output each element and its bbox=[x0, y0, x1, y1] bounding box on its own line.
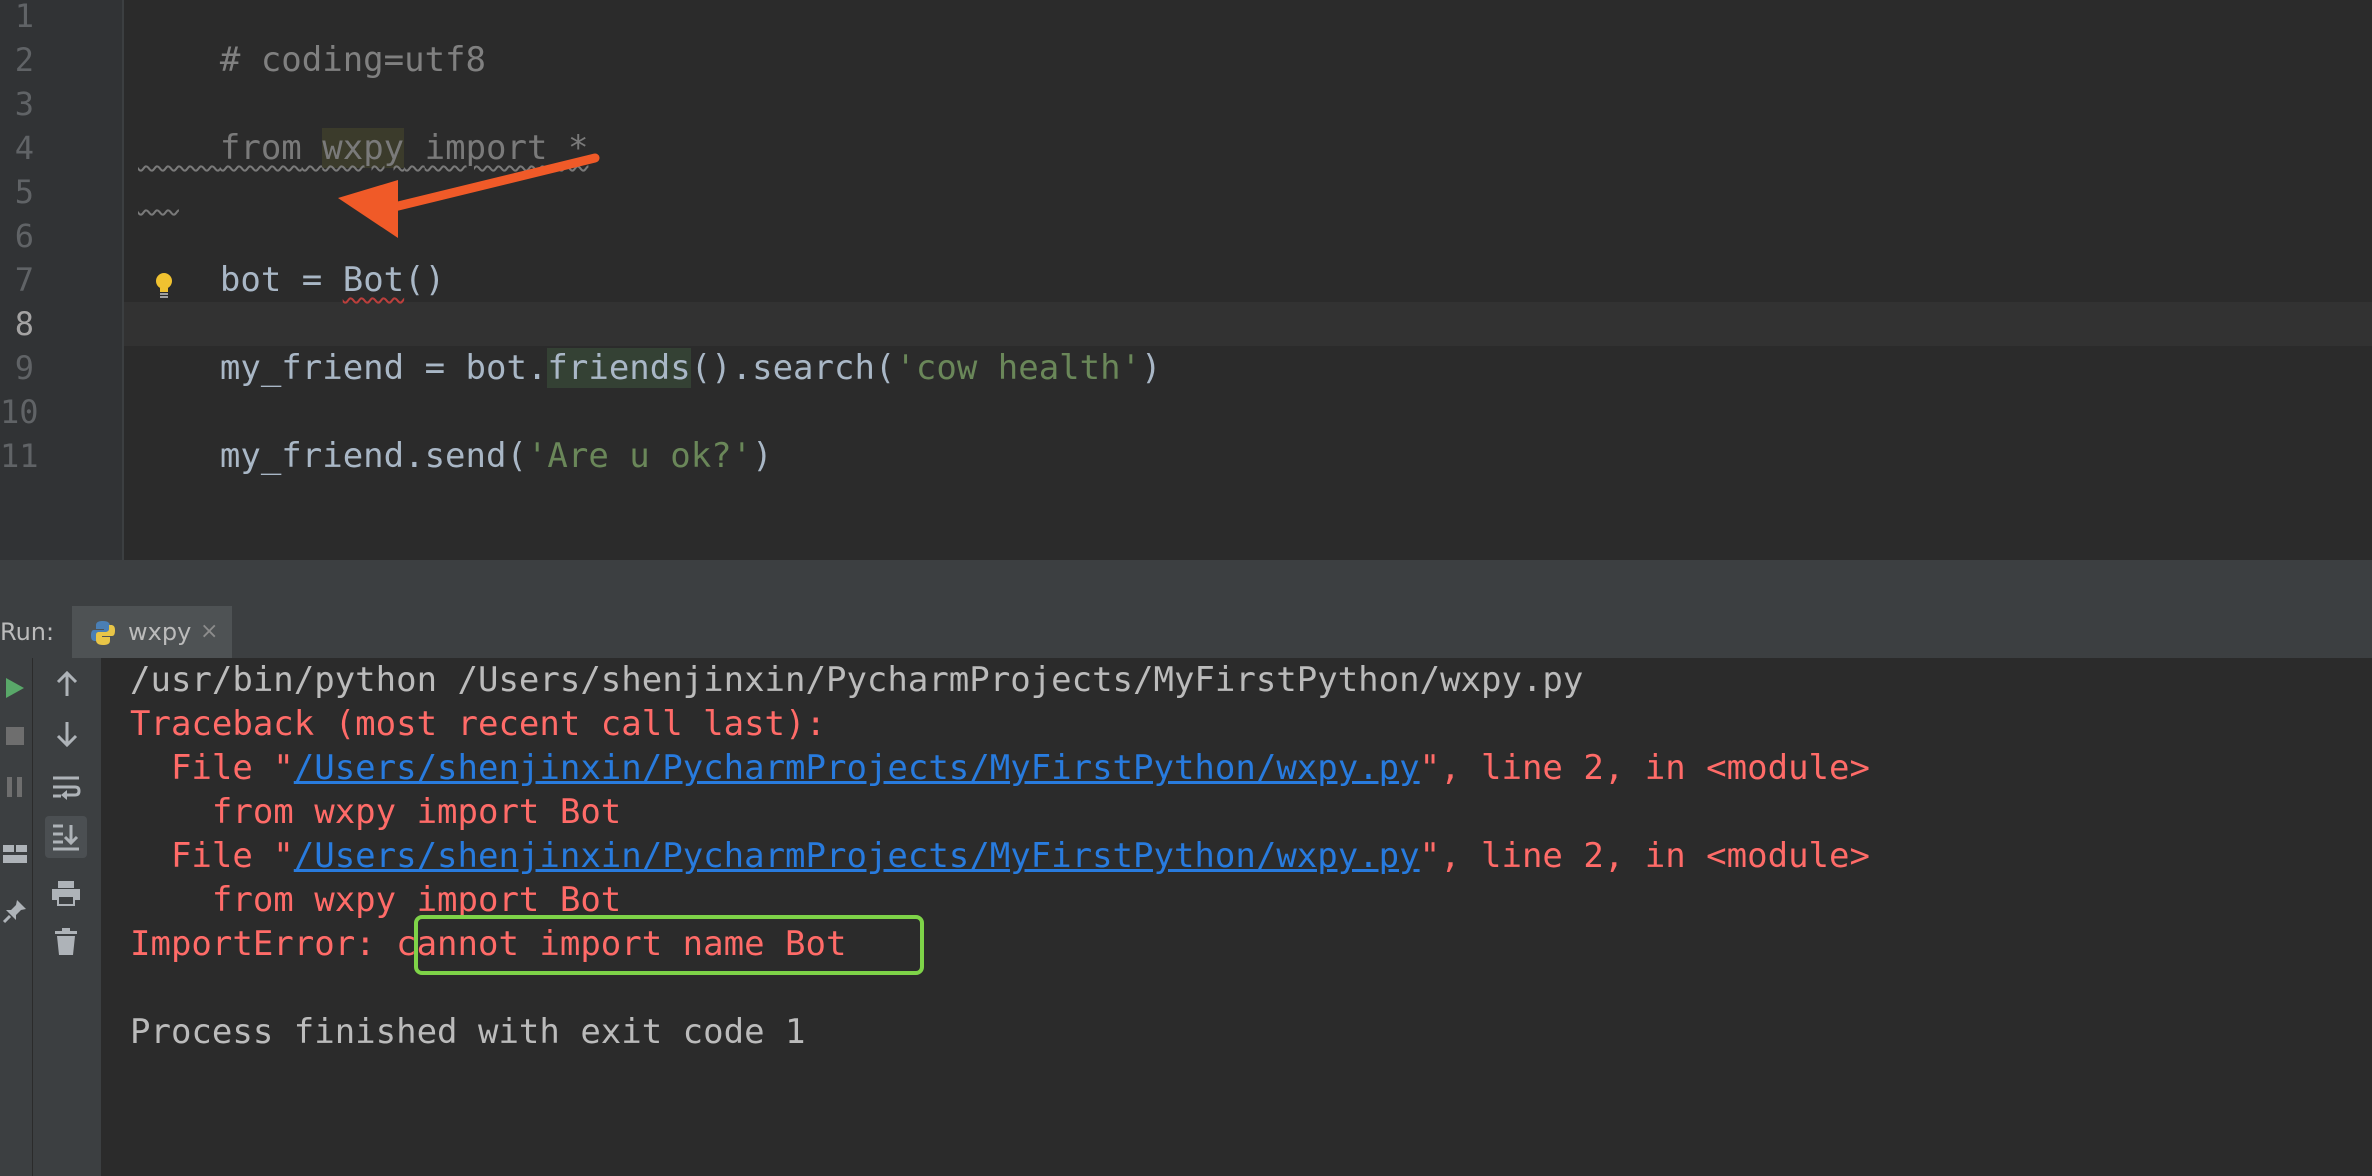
run-toolbar-left bbox=[0, 658, 33, 1176]
panel-splitter[interactable] bbox=[0, 560, 2372, 606]
console-text: ", line 2, in <module> bbox=[1419, 836, 1870, 876]
console-text: ", line 2, in <module> bbox=[1419, 748, 1870, 788]
file-link[interactable]: /Users/shenjinxin/PycharmProjects/MyFirs… bbox=[294, 748, 1420, 788]
method-name[interactable]: friends bbox=[547, 348, 691, 388]
line-number: 2 bbox=[14, 41, 34, 79]
console-text: File " bbox=[130, 748, 294, 788]
scroll-to-end-toggle[interactable] bbox=[45, 816, 87, 858]
run-tab-wxpy[interactable]: wxpy × bbox=[72, 606, 232, 658]
code-text: ().search( bbox=[690, 348, 896, 388]
soft-wrap-icon[interactable] bbox=[51, 774, 81, 800]
line-number-gutter[interactable]: 1 2 3 4 5 6 7 8 9 10 11 bbox=[0, 0, 124, 560]
code-text: my_friend = bot. bbox=[219, 348, 548, 388]
run-label: Run: bbox=[0, 618, 55, 646]
line-number: 3 bbox=[14, 85, 34, 123]
line-number: 6 bbox=[14, 217, 34, 255]
console-file-line: File "/Users/shenjinxin/PycharmProjects/… bbox=[130, 834, 1870, 878]
code-text: ) bbox=[1141, 348, 1162, 388]
line-number: 4 bbox=[14, 129, 34, 167]
console-traceback: Traceback (most recent call last): bbox=[130, 704, 826, 744]
layout-icon[interactable] bbox=[2, 844, 28, 864]
line-number: 10 bbox=[0, 393, 39, 431]
console-file-line: File "/Users/shenjinxin/PycharmProjects/… bbox=[130, 746, 1870, 790]
print-icon[interactable] bbox=[51, 880, 81, 906]
trash-icon[interactable] bbox=[54, 928, 78, 956]
line-number: 11 bbox=[0, 437, 39, 475]
console-source-line: from wxpy import Bot bbox=[130, 792, 622, 832]
arrow-up-icon[interactable] bbox=[55, 670, 79, 698]
rerun-icon[interactable] bbox=[4, 676, 26, 700]
tab-label: wxpy bbox=[128, 618, 192, 646]
code-text: my_friend.send( bbox=[219, 436, 527, 476]
pause-icon[interactable] bbox=[5, 776, 25, 798]
line-number-current: 8 bbox=[14, 305, 34, 343]
run-tool-window-header: Run: wxpy × bbox=[0, 606, 2372, 659]
python-icon bbox=[91, 621, 115, 645]
code-text: () bbox=[404, 260, 446, 300]
arrow-down-icon[interactable] bbox=[55, 720, 79, 748]
stop-icon[interactable] bbox=[5, 726, 25, 746]
console-exit-line: Process finished with exit code 1 bbox=[130, 1012, 806, 1052]
console-command: /usr/bin/python /Users/shenjinxin/Pychar… bbox=[130, 660, 1584, 700]
run-toolbar-right bbox=[33, 658, 102, 1176]
code-text: bot = bbox=[219, 260, 343, 300]
file-link[interactable]: /Users/shenjinxin/PycharmProjects/MyFirs… bbox=[294, 836, 1420, 876]
console-text: File " bbox=[130, 836, 294, 876]
scroll-to-end-icon bbox=[53, 824, 79, 851]
code-line-10[interactable]: my_friend.send('Are u ok?') bbox=[138, 390, 773, 522]
line-number: 9 bbox=[14, 349, 34, 387]
string-literal: 'cow health' bbox=[895, 348, 1142, 388]
annotation-highlight-box bbox=[414, 915, 924, 975]
keyword-from: from bbox=[219, 128, 302, 168]
pin-icon[interactable] bbox=[2, 898, 28, 924]
lightbulb-icon[interactable] bbox=[155, 272, 173, 302]
close-icon[interactable]: × bbox=[200, 606, 218, 658]
code-editor[interactable]: 1 2 3 4 5 6 7 8 9 10 11 # coding=utf8 fr… bbox=[0, 0, 2372, 560]
comment: # coding=utf8 bbox=[219, 40, 486, 80]
line-number: 7 bbox=[14, 261, 34, 299]
string-literal: 'Are u ok?' bbox=[526, 436, 753, 476]
line-number: 5 bbox=[14, 173, 34, 211]
unresolved-reference[interactable]: Bot bbox=[343, 260, 404, 300]
code-text: ) bbox=[752, 436, 773, 476]
annotation-arrow-icon bbox=[338, 153, 600, 238]
error-type: ImportError: bbox=[130, 924, 397, 964]
line-number: 1 bbox=[14, 0, 34, 35]
